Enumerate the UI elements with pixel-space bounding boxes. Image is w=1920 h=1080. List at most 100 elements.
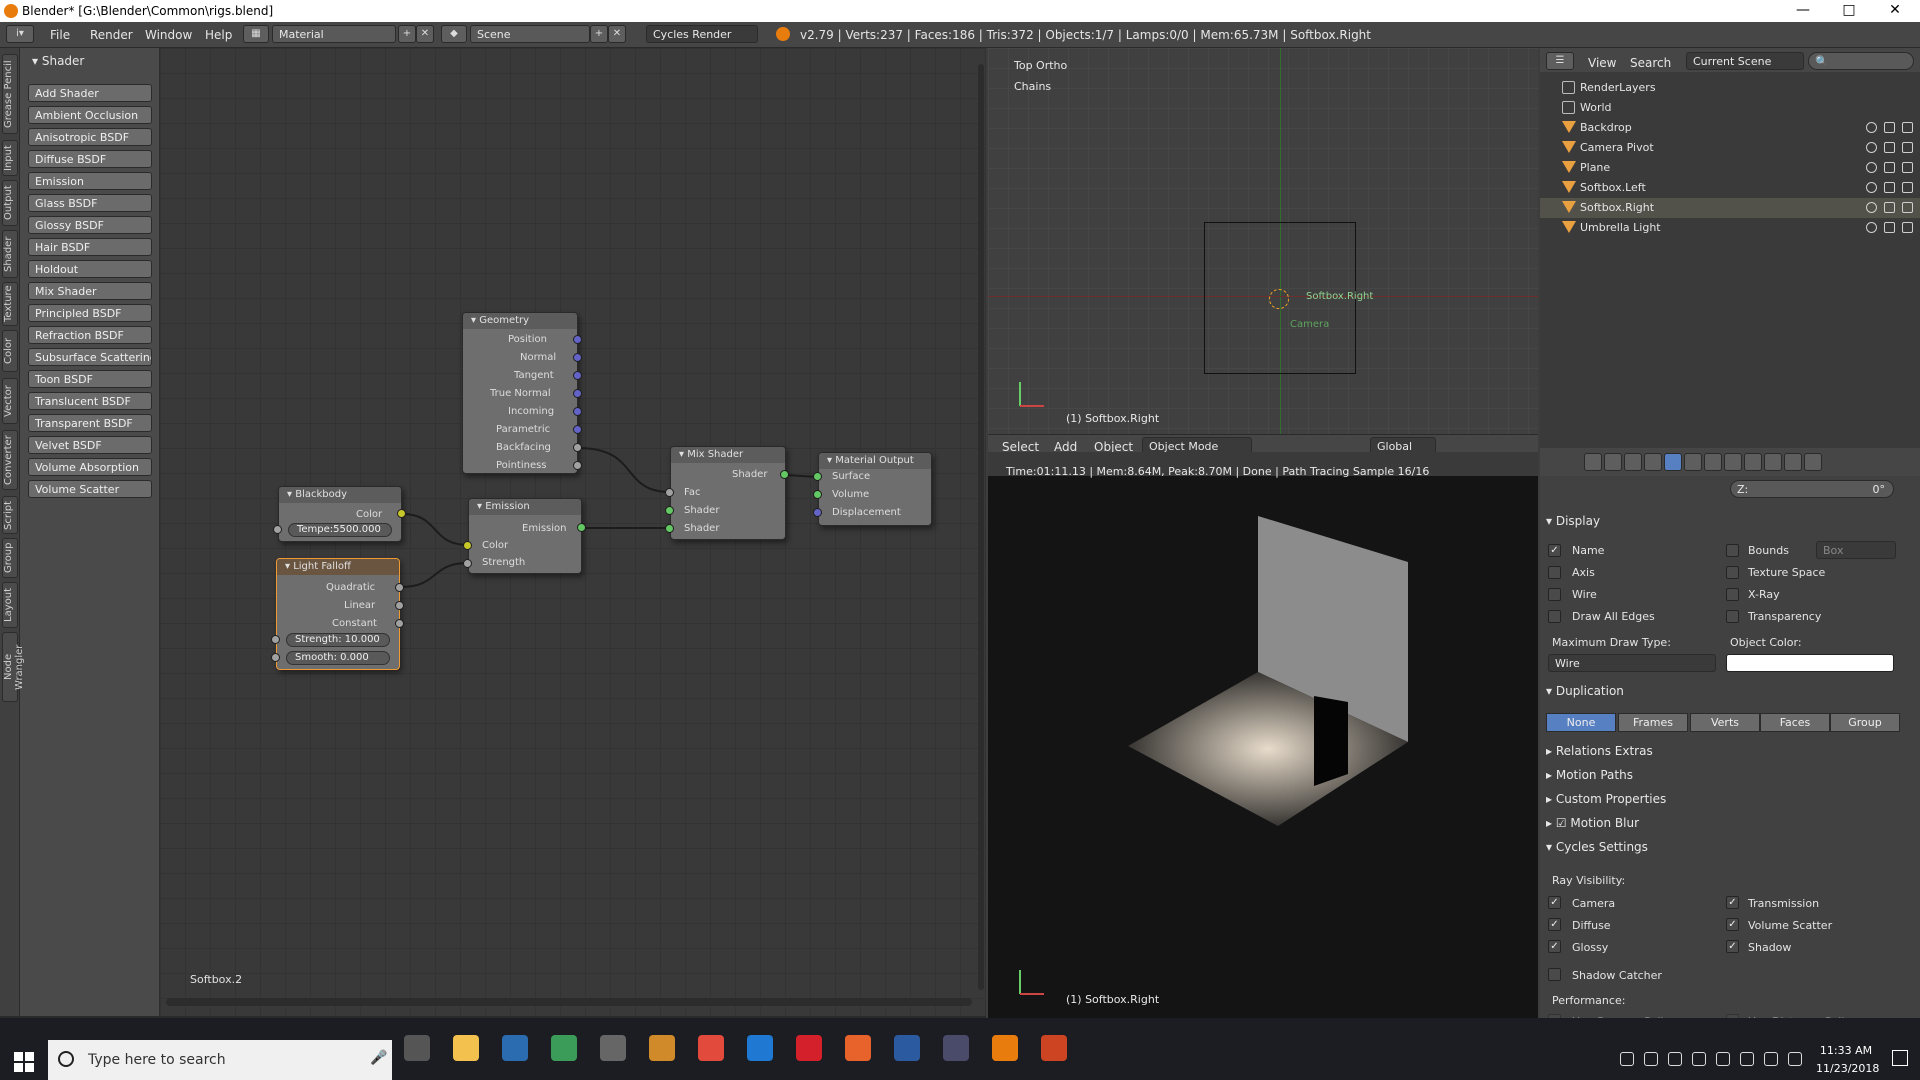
volume-icon[interactable] <box>1740 1052 1754 1066</box>
people-icon[interactable] <box>1620 1052 1634 1066</box>
camera-render-icon[interactable] <box>1902 122 1913 133</box>
light-falloff-constant-socket[interactable] <box>395 619 404 628</box>
light-falloff-strength-socket[interactable] <box>271 635 280 644</box>
properties-tab-1-icon[interactable] <box>1604 453 1622 471</box>
display-name-checkbox[interactable]: ✓ <box>1548 544 1561 557</box>
firefox-icon[interactable] <box>845 1035 871 1061</box>
properties-tab-6-icon[interactable] <box>1704 453 1722 471</box>
outliner-menu-search[interactable]: Search <box>1630 56 1671 70</box>
ray-transmission-checkbox[interactable]: ✓ <box>1726 896 1739 909</box>
blender-taskbar-icon[interactable] <box>992 1035 1018 1061</box>
ray-diffuse-checkbox[interactable]: ✓ <box>1548 918 1561 931</box>
eye-icon[interactable] <box>1866 162 1877 173</box>
duplication-frames-button[interactable]: Frames <box>1618 713 1688 732</box>
outliner-item-umbrella-light[interactable]: Umbrella Light <box>1540 218 1920 238</box>
blackbody-temperature-socket[interactable] <box>273 525 282 534</box>
panel-custom-properties[interactable]: ▸ Custom Properties <box>1546 792 1900 812</box>
geometry-position-socket[interactable] <box>573 335 582 344</box>
viewport-rendered[interactable] <box>988 476 1538 1018</box>
object-color-swatch[interactable] <box>1726 654 1894 672</box>
display-axis-checkbox[interactable] <box>1548 566 1561 579</box>
geometry-node-header[interactable]: ▾ Geometry <box>463 313 577 329</box>
camera-render-icon[interactable] <box>1902 222 1913 233</box>
material-output-volume-socket[interactable] <box>813 490 822 499</box>
display-texture-space-checkbox[interactable] <box>1726 566 1739 579</box>
node-editor-vscrollbar[interactable] <box>978 64 984 990</box>
photoshop-elements-icon[interactable] <box>894 1035 920 1061</box>
geometry-pointiness-socket[interactable] <box>573 461 582 470</box>
emission-output-socket[interactable] <box>577 523 586 532</box>
outliner-menu-view[interactable]: View <box>1588 56 1616 70</box>
cursor-select-icon[interactable] <box>1884 182 1895 193</box>
duplication-faces-button[interactable]: Faces <box>1760 713 1830 732</box>
properties-tab-9-icon[interactable] <box>1764 453 1782 471</box>
properties-tab-0-icon[interactable] <box>1584 453 1602 471</box>
outliner-item-backdrop[interactable]: Backdrop <box>1540 118 1920 138</box>
outliner-item-camera-pivot[interactable]: Camera Pivot <box>1540 138 1920 158</box>
ray-camera-checkbox[interactable]: ✓ <box>1548 896 1561 909</box>
cursor-select-icon[interactable] <box>1884 142 1895 153</box>
mix-shader-fac-socket[interactable] <box>665 488 674 497</box>
eye-icon[interactable] <box>1866 222 1877 233</box>
light-falloff-smooth-field[interactable]: Smooth: 0.000 <box>286 651 390 665</box>
ray-volume-scatter-checkbox[interactable]: ✓ <box>1726 918 1739 931</box>
calendar-app-icon[interactable] <box>551 1035 577 1061</box>
cursor-select-icon[interactable] <box>1884 222 1895 233</box>
light-falloff-quadratic-socket[interactable] <box>395 583 404 592</box>
emission-color-socket[interactable] <box>463 541 472 550</box>
duplication-verts-button[interactable]: Verts <box>1690 713 1760 732</box>
max-draw-type-dropdown[interactable]: Wire <box>1548 654 1716 672</box>
camera-render-icon[interactable] <box>1902 142 1913 153</box>
edge-icon[interactable] <box>747 1035 773 1061</box>
unity-taskbar-icon[interactable] <box>1041 1035 1067 1061</box>
eye-icon[interactable] <box>1866 182 1877 193</box>
mix-shader-node-header[interactable]: ▾ Mix Shader <box>671 447 785 463</box>
opera-icon[interactable] <box>796 1035 822 1061</box>
cursor-select-icon[interactable] <box>1884 202 1895 213</box>
windows-start-icon[interactable] <box>14 1052 34 1072</box>
eye-icon[interactable] <box>1866 142 1877 153</box>
display-panel-header[interactable]: ▾ Display <box>1546 514 1900 534</box>
display-transparency-checkbox[interactable] <box>1726 610 1739 623</box>
geometry-normal-socket[interactable] <box>573 353 582 362</box>
eye-icon[interactable] <box>1866 202 1877 213</box>
camera-render-icon[interactable] <box>1902 162 1913 173</box>
outliner-display-mode-dropdown[interactable]: Current Scene <box>1686 52 1804 70</box>
camera-render-icon[interactable] <box>1902 202 1913 213</box>
geometry-incoming-socket[interactable] <box>573 407 582 416</box>
properties-tab-5-icon[interactable] <box>1684 453 1702 471</box>
outliner-item-softbox-left[interactable]: Softbox.Left <box>1540 178 1920 198</box>
emission-node-header[interactable]: ▾ Emission <box>469 499 581 515</box>
outliner-item-renderlayers[interactable]: RenderLayers <box>1540 78 1920 98</box>
light-falloff-smooth-socket[interactable] <box>271 653 280 662</box>
properties-tab-10-icon[interactable] <box>1784 453 1802 471</box>
geometry-backfacing-socket[interactable] <box>573 443 582 452</box>
duplication-none-button[interactable]: None <box>1546 713 1616 732</box>
properties-tab-7-icon[interactable] <box>1724 453 1742 471</box>
geometry-tangent-socket[interactable] <box>573 371 582 380</box>
duplication-group-button[interactable]: Group <box>1830 713 1900 732</box>
cursor-select-icon[interactable] <box>1884 162 1895 173</box>
light-falloff-node-header[interactable]: ▾ Light Falloff <box>277 559 399 575</box>
properties-tab-2-icon[interactable] <box>1624 453 1642 471</box>
cycles-settings-panel-header[interactable]: ▾ Cycles Settings <box>1546 840 1900 860</box>
show-hidden-icons[interactable] <box>1644 1052 1658 1066</box>
bounds-type-dropdown[interactable]: Box <box>1816 541 1896 559</box>
store-icon[interactable] <box>502 1035 528 1061</box>
outliner-item-plane[interactable]: Plane <box>1540 158 1920 178</box>
pen-icon[interactable] <box>1764 1052 1778 1066</box>
emission-strength-socket[interactable] <box>463 559 472 568</box>
properties-tab-8-icon[interactable] <box>1744 453 1762 471</box>
geometry-true-normal-socket[interactable] <box>573 389 582 398</box>
task-view-icon[interactable] <box>404 1035 430 1061</box>
cloud-icon[interactable] <box>1692 1052 1706 1066</box>
material-output-displacement-socket[interactable] <box>813 508 822 517</box>
display-draw-all-edges-checkbox[interactable] <box>1548 610 1561 623</box>
light-falloff-linear-socket[interactable] <box>395 601 404 610</box>
outliner-item-world[interactable]: World <box>1540 98 1920 118</box>
panel-relations-extras[interactable]: ▸ Relations Extras <box>1546 744 1900 764</box>
ray-glossy-checkbox[interactable]: ✓ <box>1548 940 1561 953</box>
display-bounds-checkbox[interactable] <box>1726 544 1739 557</box>
display-wire-checkbox[interactable] <box>1548 588 1561 601</box>
node-editor-hscrollbar[interactable] <box>166 998 972 1006</box>
